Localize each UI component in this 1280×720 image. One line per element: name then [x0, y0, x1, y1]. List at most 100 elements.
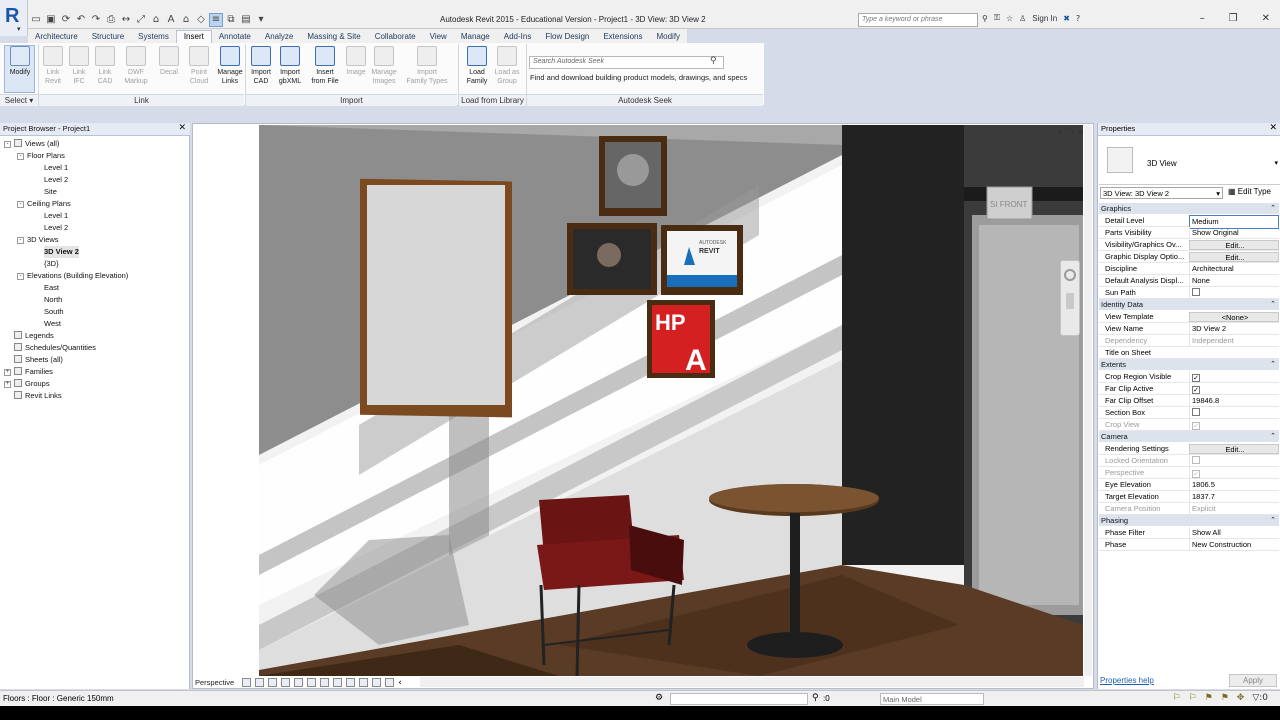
property-value[interactable]: Architectural [1189, 263, 1279, 275]
worksets-icon[interactable]: ⚙ [655, 693, 663, 703]
link-link-cad-button[interactable]: Link CAD [92, 46, 118, 86]
default-3d-view-icon[interactable]: ⌂ [180, 14, 192, 26]
save-icon[interactable]: ▣ [45, 14, 57, 26]
vertical-scrollbar[interactable] [1084, 125, 1092, 676]
collapse-icon[interactable]: - [17, 153, 24, 160]
tab-analyze[interactable]: Analyze [258, 31, 300, 43]
tree-item[interactable]: North [44, 294, 62, 306]
property-value[interactable]: 3D View 2 [1189, 323, 1279, 335]
collapse-icon[interactable]: - [17, 201, 24, 208]
library-load-as-group-button[interactable]: Load as Group [492, 46, 522, 86]
binoculars-icon[interactable]: ⚲ [710, 56, 717, 66]
property-group-header[interactable]: Identity Data ⌃ [1099, 299, 1279, 310]
filter-icon[interactable]: ⚲ [812, 693, 819, 703]
tab-systems[interactable]: Systems [131, 31, 176, 43]
select-underlay-icon[interactable]: ⚐ [1189, 693, 1197, 703]
tag-icon[interactable]: ⌂ [150, 14, 162, 26]
show-crop-region-icon[interactable] [333, 678, 343, 687]
import-import-family-types-button[interactable]: Import Family Types [401, 46, 453, 86]
section-icon[interactable]: ◇ [195, 14, 207, 26]
tree-item[interactable]: East [44, 282, 59, 294]
property-edit-button[interactable]: <None> [1189, 312, 1279, 322]
worksets-dropdown[interactable] [670, 693, 808, 705]
tree-item[interactable]: + Groups [4, 378, 50, 390]
edit-type-button[interactable]: ▦ Edit Type [1228, 187, 1271, 196]
link-manage-links-button[interactable]: Manage Links [214, 46, 246, 86]
reveal-hidden-icon[interactable] [359, 678, 369, 687]
property-value[interactable] [1189, 407, 1279, 419]
thin-lines-icon[interactable]: ≡ [209, 13, 223, 27]
link-decal-button[interactable]: Decal [154, 46, 184, 77]
close-icon[interactable]: ✕ [178, 123, 186, 133]
select-by-face-icon[interactable]: ⚑ [1221, 693, 1229, 703]
customize-qat-icon[interactable]: ▾ [255, 14, 267, 26]
tree-item[interactable]: Sheets (all) [4, 354, 63, 366]
filter-count-icon[interactable]: ▽:0 [1252, 693, 1268, 703]
library-load-family-button[interactable]: Load Family [462, 46, 492, 86]
import-import-cad-button[interactable]: Import CAD [247, 46, 275, 86]
analytical-model-icon[interactable] [385, 678, 395, 687]
tree-item[interactable]: Legends [4, 330, 54, 342]
tab-flow-design[interactable]: Flow Design [538, 31, 596, 43]
zoom-icon[interactable] [1066, 293, 1074, 309]
tree-item[interactable]: -3D Views [17, 234, 59, 246]
tree-item[interactable]: {3D} [44, 258, 59, 270]
design-options-dropdown[interactable]: Main Model [880, 693, 984, 705]
import-import-gbxml-button[interactable]: Import gbXML [275, 46, 305, 86]
close-icon[interactable]: ✕ [1077, 128, 1084, 137]
collapse-icon[interactable]: - [17, 237, 24, 244]
application-menu-button[interactable]: R ▾ [0, 0, 28, 36]
tab-modify[interactable]: Modify [649, 31, 687, 43]
drag-elements-icon[interactable]: ✥ [1237, 693, 1245, 703]
checkbox[interactable] [1192, 288, 1200, 296]
tab-architecture[interactable]: Architecture [28, 31, 85, 43]
lock-3d-view-icon[interactable] [307, 678, 317, 687]
tree-item[interactable]: South [44, 306, 64, 318]
checkbox[interactable] [1192, 408, 1200, 416]
sync-icon[interactable]: ⟳ [60, 14, 72, 26]
collapse-icon[interactable]: - [17, 273, 24, 280]
collapse-icon[interactable]: ⌃ [1270, 203, 1276, 214]
minimize-icon[interactable]: – [1200, 13, 1205, 24]
exchange-apps-icon[interactable]: ✖ [1063, 14, 1070, 23]
import-manage-images-button[interactable]: Manage Images [367, 46, 401, 86]
worksharing-display-icon[interactable] [372, 678, 382, 687]
minimize-icon[interactable]: ▾ [1058, 128, 1062, 137]
tab-extensions[interactable]: Extensions [596, 31, 649, 43]
apply-button[interactable]: Apply [1229, 674, 1277, 687]
import-image-button[interactable]: Image [345, 46, 367, 77]
measure-icon[interactable]: ↔ [120, 14, 132, 26]
help-icon[interactable]: ? [1076, 14, 1080, 23]
favorites-icon[interactable]: ☆ [1006, 14, 1013, 23]
tree-item[interactable]: Revit Links [4, 390, 62, 402]
dimension-icon[interactable]: ⤢ [135, 14, 147, 26]
text-icon[interactable]: A [165, 14, 177, 26]
property-group-header[interactable]: Camera ⌃ [1099, 431, 1279, 442]
tab-add-ins[interactable]: Add-Ins [497, 31, 539, 43]
property-value[interactable]: ✓ [1189, 383, 1279, 395]
collapse-icon[interactable]: ⌃ [1270, 431, 1276, 442]
restore-icon[interactable]: ❐ [1229, 13, 1238, 24]
import-insert-from-file-button[interactable]: Insert from File [305, 46, 345, 86]
expand-icon[interactable]: + [4, 369, 11, 376]
tree-item[interactable]: Level 2 [44, 174, 68, 186]
checkbox[interactable]: ✓ [1192, 386, 1200, 394]
detail-level-icon[interactable] [242, 678, 252, 687]
tab-manage[interactable]: Manage [454, 31, 497, 43]
properties-help-link[interactable]: Properties help [1100, 676, 1154, 685]
property-group-header[interactable]: Graphics ⌃ [1099, 203, 1279, 214]
tree-item[interactable]: Level 2 [44, 222, 68, 234]
tab-structure[interactable]: Structure [85, 31, 131, 43]
property-value[interactable] [1189, 287, 1279, 299]
tree-item[interactable]: - Ceiling Plans [17, 198, 71, 210]
property-group-header[interactable]: Extents ⌃ [1099, 359, 1279, 370]
tree-item[interactable]: 3D View 2 [44, 246, 79, 258]
link-point-cloud-button[interactable]: Point Cloud [184, 46, 214, 86]
temporary-hide-icon[interactable] [346, 678, 356, 687]
3d-view-canvas[interactable]: SI FRONT REVIT AUTODESK HP A [259, 125, 1083, 676]
select-links-icon[interactable]: ⚐ [1172, 693, 1180, 703]
property-value[interactable]: Show Original [1189, 227, 1279, 239]
restore-icon[interactable]: ❐ [1066, 128, 1073, 137]
collapse-icon[interactable]: ⌃ [1270, 515, 1276, 526]
scroll-left-icon[interactable]: ‹ [398, 678, 402, 688]
